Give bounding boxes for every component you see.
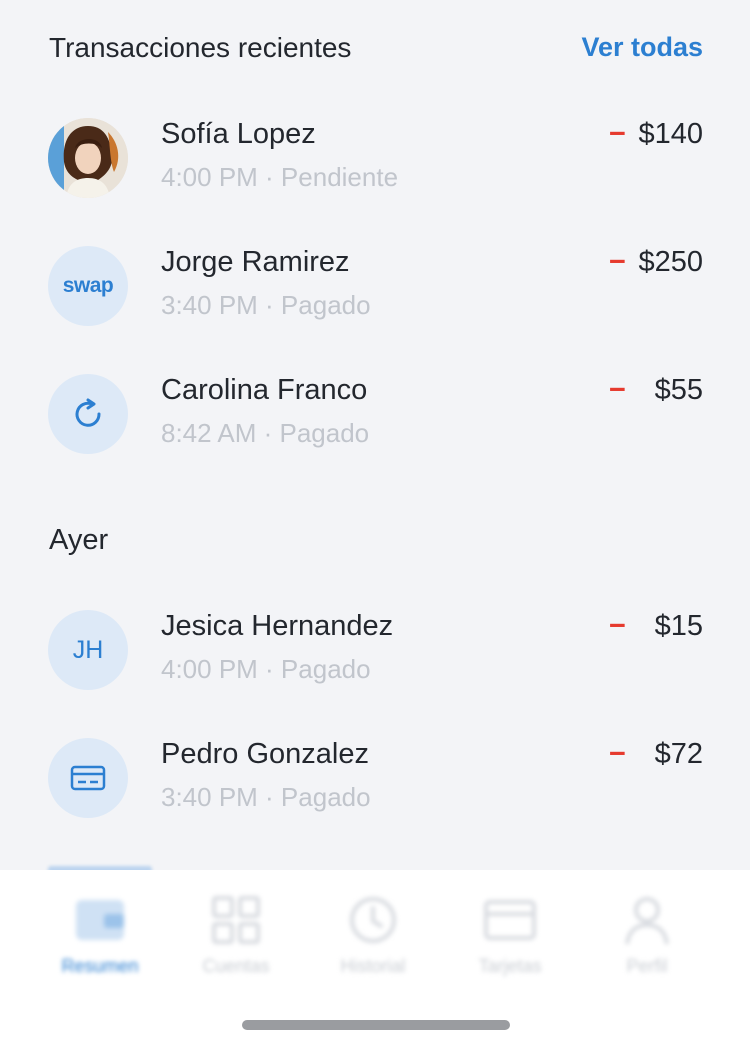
- transaction-row[interactable]: JH Jesica Hernandez 4:00 PM · Pagado − $…: [0, 610, 750, 720]
- transaction-meta: 4:00 PM · Pendiente: [161, 162, 399, 192]
- tab-resumen[interactable]: Resumen: [40, 894, 160, 984]
- see-all-link[interactable]: Ver todas: [581, 32, 703, 63]
- transaction-amount: $72: [654, 738, 703, 770]
- refresh-icon: [75, 398, 101, 427]
- transaction-meta: 8:42 AM · Pagado: [161, 418, 370, 448]
- transaction-row[interactable]: Carolina Franco 8:42 AM · Pagado − $55: [0, 374, 750, 484]
- avatar: JH: [48, 610, 128, 690]
- transactions-panel: Transacciones recientes Ver todas Sofía …: [0, 0, 750, 870]
- tab-label: Tarjetas: [478, 956, 542, 976]
- transaction-amount: $250: [638, 246, 703, 278]
- transaction-name: Sofía Lopez: [161, 118, 316, 150]
- tab-label: Historial: [340, 956, 406, 976]
- swap-logo: swap: [62, 274, 114, 297]
- grid-icon: [212, 896, 260, 944]
- transaction-amount: $140: [638, 118, 703, 150]
- transaction-row[interactable]: Sofía Lopez 4:00 PM · Pendiente − $140: [0, 118, 750, 228]
- tab-historial[interactable]: Historial: [313, 894, 433, 984]
- section-title: Transacciones recientes: [49, 32, 352, 63]
- avatar: [48, 738, 128, 818]
- transaction-name: Jesica Hernandez: [161, 610, 394, 642]
- wallet-icon: [76, 900, 124, 940]
- tab-label: Resumen: [61, 956, 139, 976]
- transaction-meta: 4:00 PM · Pagado: [161, 654, 371, 684]
- transaction-amount: $15: [654, 610, 703, 642]
- transaction-name: Jorge Ramirez: [161, 246, 350, 278]
- tab-bar: Resumen Cuentas Historial Tarjetas Perfi…: [0, 870, 750, 990]
- home-indicator: [242, 1020, 510, 1030]
- section-label-yesterday: Ayer: [49, 524, 109, 556]
- transaction-amount: $55: [654, 374, 703, 406]
- avatar-initials: JH: [72, 635, 104, 664]
- tab-tarjetas[interactable]: Tarjetas: [450, 894, 570, 984]
- avatar: [48, 118, 128, 198]
- user-icon: [625, 897, 669, 945]
- avatar: swap: [48, 246, 128, 326]
- transaction-row[interactable]: swap Jorge Ramirez 3:40 PM · Pagado − $2…: [0, 246, 750, 356]
- transaction-name: Carolina Franco: [161, 374, 368, 406]
- clock-icon: [350, 897, 396, 943]
- card-icon: [484, 900, 536, 940]
- user-photo-icon: [48, 118, 128, 198]
- transaction-meta: 3:40 PM · Pagado: [161, 782, 371, 812]
- negative-sign: −: [609, 374, 626, 406]
- negative-sign: −: [609, 610, 626, 642]
- transaction-name: Pedro Gonzalez: [161, 738, 369, 770]
- negative-sign: −: [609, 118, 626, 150]
- transaction-row[interactable]: Pedro Gonzalez 3:40 PM · Pagado − $72: [0, 738, 750, 848]
- tab-label: Perfil: [626, 956, 668, 976]
- transactions-header: Transacciones recientes Ver todas: [0, 0, 750, 100]
- transaction-meta: 3:40 PM · Pagado: [161, 290, 371, 320]
- tab-label: Cuentas: [202, 956, 270, 976]
- negative-sign: −: [609, 246, 626, 278]
- tab-perfil[interactable]: Perfil: [587, 894, 707, 984]
- tab-cuentas[interactable]: Cuentas: [176, 894, 296, 984]
- card-icon: [70, 765, 106, 791]
- avatar: [48, 374, 128, 454]
- negative-sign: −: [609, 738, 626, 770]
